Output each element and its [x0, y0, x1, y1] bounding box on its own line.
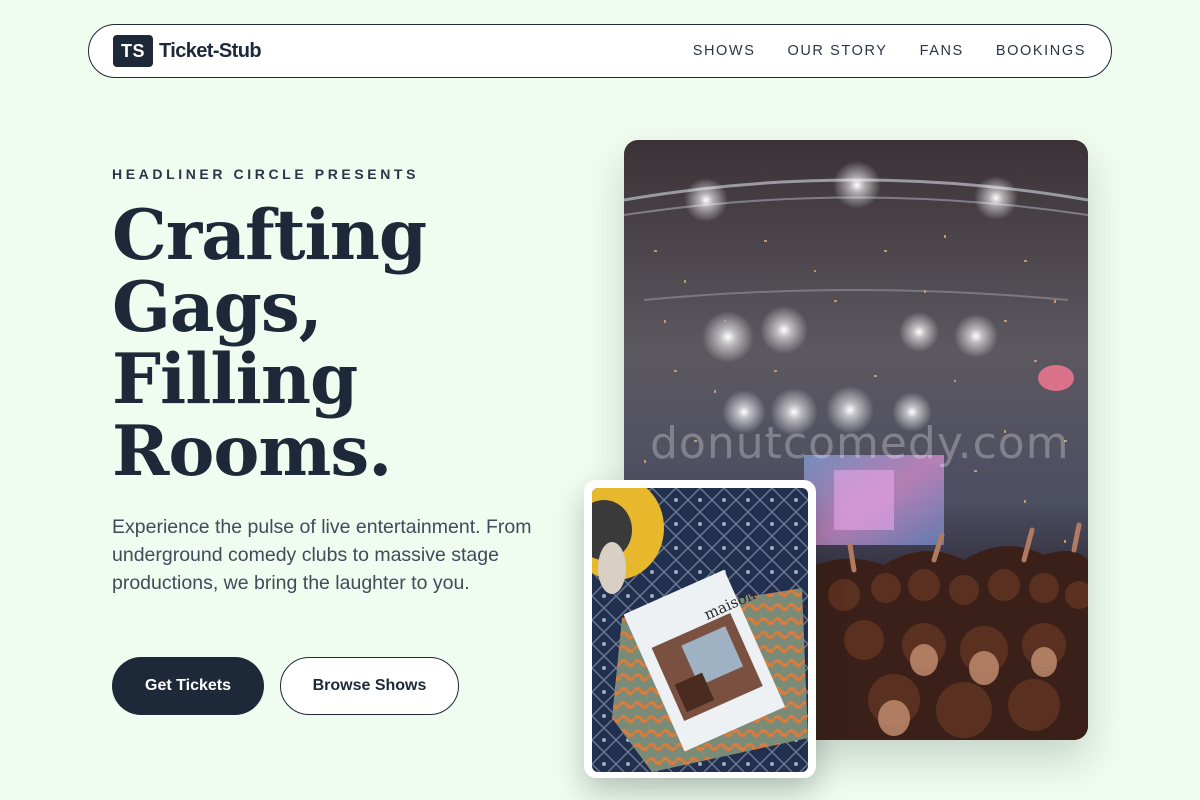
brand-mark: TS	[113, 35, 153, 67]
headline-line: Gags,	[112, 267, 323, 348]
headline-line: Crafting	[112, 195, 427, 276]
hero-description: Experience the pulse of live entertainme…	[112, 516, 532, 594]
browse-shows-button[interactable]: Browse Shows	[280, 657, 459, 715]
magazine-photo: maison	[592, 488, 808, 772]
headline-line: Rooms.	[112, 411, 392, 492]
nav-link-shows[interactable]: SHOWS	[693, 43, 756, 59]
nav-link-fans[interactable]: FANS	[920, 43, 964, 59]
top-nav: TS Ticket-Stub SHOWS OUR STORY FANS BOOK…	[88, 24, 1112, 78]
magazine-photo-card: maison	[584, 480, 816, 778]
brand-logo[interactable]: TS Ticket-Stub	[113, 35, 262, 67]
hero-headline: Crafting Gags, Filling Rooms.	[112, 200, 572, 488]
hero-eyebrow: HEADLINER CIRCLE PRESENTS	[112, 166, 420, 182]
get-tickets-button[interactable]: Get Tickets	[112, 657, 264, 715]
magazine-illustration: maison	[592, 488, 808, 772]
brand-name: Ticket-Stub	[159, 39, 262, 62]
nav-link-bookings[interactable]: BOOKINGS	[996, 43, 1086, 59]
nav-links: SHOWS OUR STORY FANS BOOKINGS	[693, 43, 1086, 59]
headline-line: Filling	[112, 339, 358, 420]
nav-link-our-story[interactable]: OUR STORY	[787, 43, 887, 59]
